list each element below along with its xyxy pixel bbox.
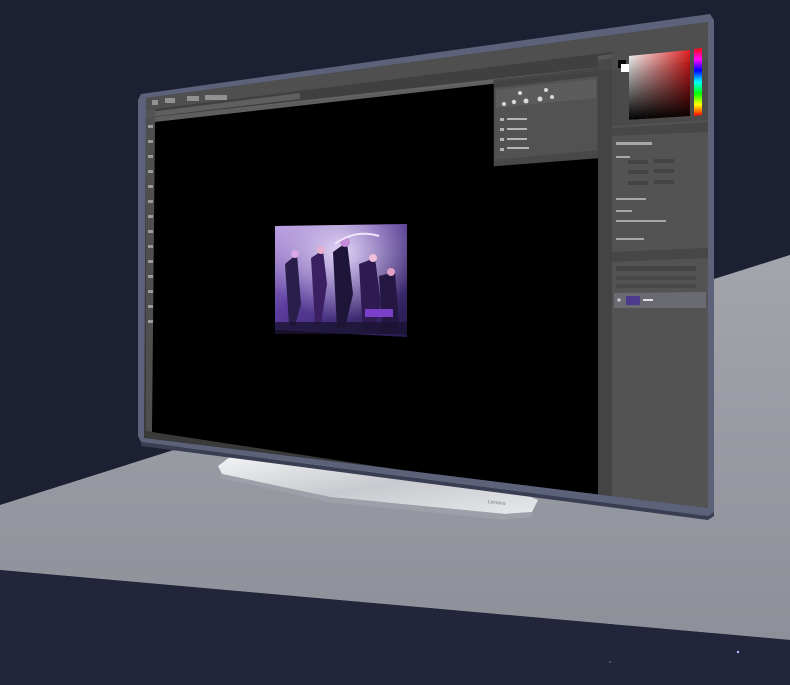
ps-brush-preset-panel	[493, 67, 599, 167]
monitor	[138, 14, 714, 520]
canvas-artwork	[275, 224, 407, 337]
ps-panel-dock-strip	[598, 58, 612, 500]
ps-layers-panel	[612, 248, 708, 508]
ps-properties-panel	[612, 122, 708, 250]
